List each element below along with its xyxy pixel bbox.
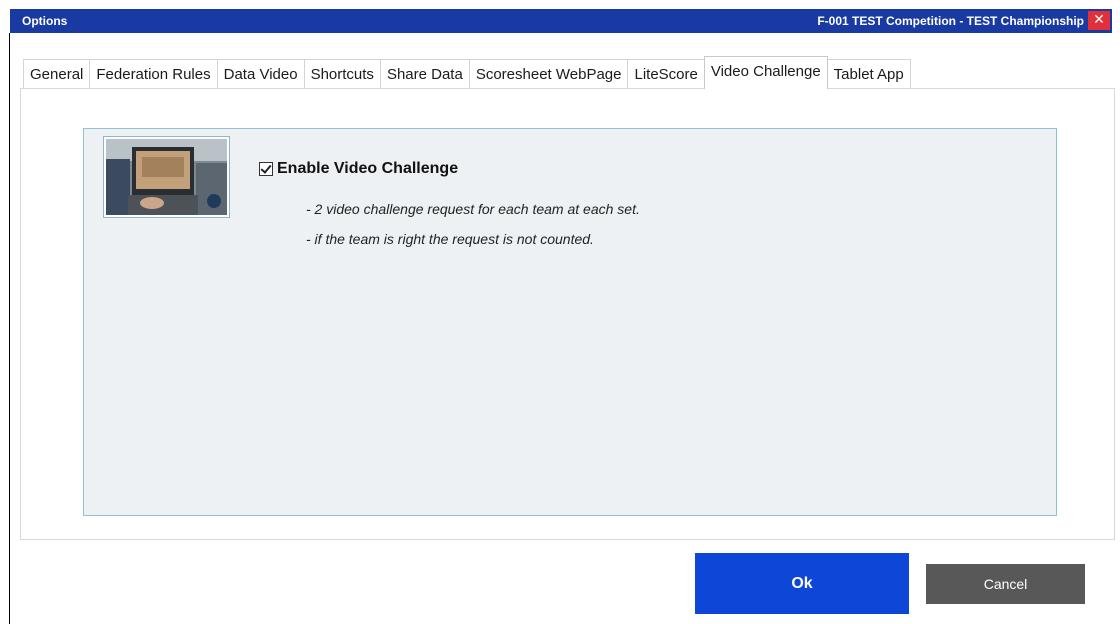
tab-litescore[interactable]: LiteScore — [627, 59, 705, 89]
competition-context: F-001 TEST Competition - TEST Championsh… — [817, 14, 1084, 28]
window-title: Options — [22, 14, 68, 28]
tab-federation-rules[interactable]: Federation Rules — [89, 59, 218, 89]
rule-note: - if the team is right the request is no… — [306, 231, 594, 247]
checkbox-checked-icon[interactable] — [259, 162, 273, 176]
tab-shortcuts[interactable]: Shortcuts — [303, 59, 381, 89]
cancel-button[interactable]: Cancel — [926, 564, 1085, 604]
ok-button[interactable]: Ok — [695, 553, 909, 614]
close-icon: ✕ — [1093, 12, 1105, 28]
video-challenge-photo — [103, 136, 230, 218]
tab-share-data[interactable]: Share Data — [379, 59, 470, 89]
window-left-border — [9, 33, 10, 624]
tab-general[interactable]: General — [23, 59, 91, 89]
tab-strip: General Federation Rules Data Video Shor… — [23, 56, 911, 89]
rule-note: - 2 video challenge request for each tea… — [306, 201, 640, 217]
options-window: Options F-001 TEST Competition - TEST Ch… — [0, 0, 1120, 624]
video-challenge-photo-image — [106, 139, 227, 215]
tab-video-challenge[interactable]: Video Challenge — [703, 56, 828, 89]
enable-video-challenge-checkbox[interactable]: Enable Video Challenge — [259, 160, 458, 178]
tab-scoresheet-webpage[interactable]: Scoresheet WebPage — [468, 59, 629, 89]
enable-video-challenge-label: Enable Video Challenge — [277, 160, 459, 177]
close-button[interactable]: ✕ — [1088, 11, 1110, 30]
tab-tablet-app[interactable]: Tablet App — [826, 59, 911, 89]
tab-data-video[interactable]: Data Video — [216, 59, 305, 89]
title-bar: Options F-001 TEST Competition - TEST Ch… — [10, 9, 1112, 33]
